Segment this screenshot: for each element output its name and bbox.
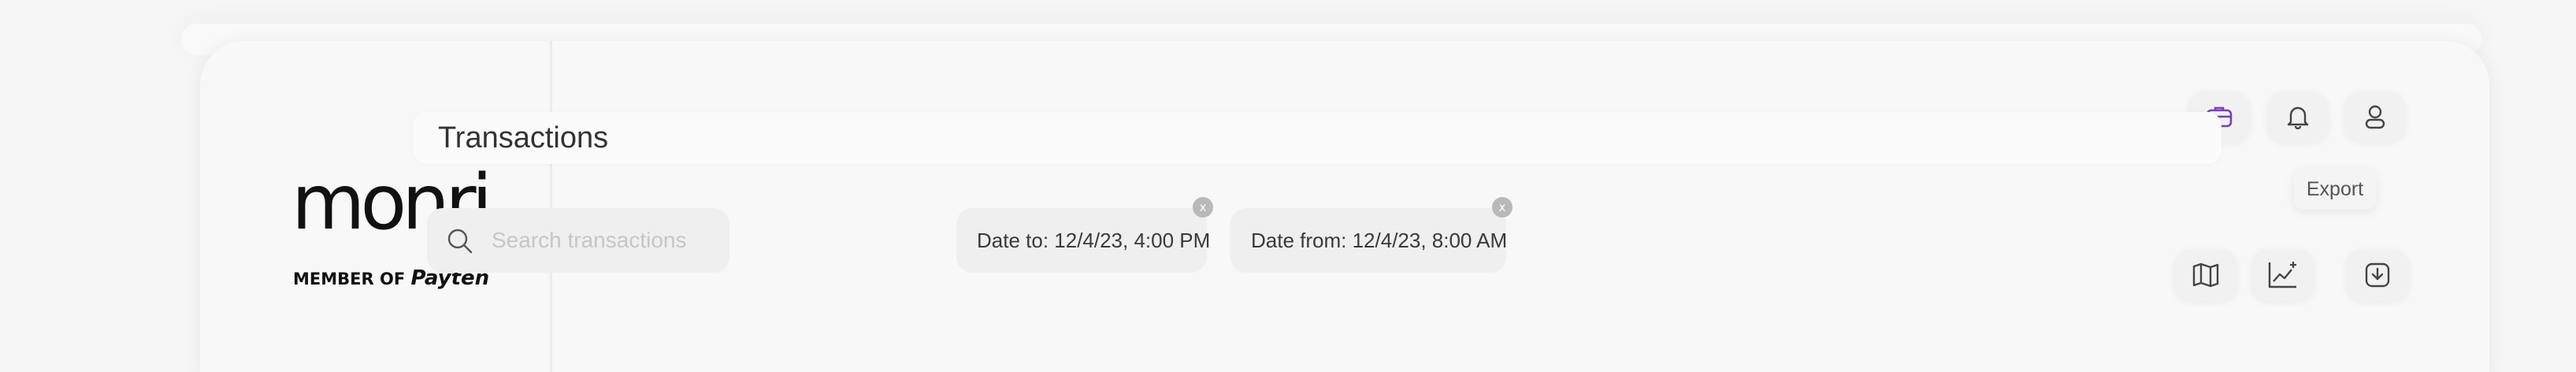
logo-member-prefix: MEMBER OF bbox=[293, 270, 406, 288]
sidebar: monri MEMBER OF Payten bbox=[200, 41, 552, 372]
download-icon bbox=[2365, 262, 2390, 288]
map-view-button[interactable] bbox=[2174, 249, 2237, 301]
profile-button[interactable] bbox=[2344, 91, 2406, 142]
notifications-button[interactable] bbox=[2267, 91, 2329, 142]
filter-chip-date-to[interactable]: Date to: 12/4/23, 4:00 PM x bbox=[956, 197, 1213, 273]
page-title: Transactions bbox=[438, 121, 609, 154]
filter-chip-label: Date to: 12/4/23, 4:00 PM bbox=[977, 228, 1211, 252]
user-icon bbox=[2365, 105, 2385, 129]
chart-add-icon bbox=[2268, 262, 2296, 288]
search-input[interactable] bbox=[490, 222, 722, 259]
search-icon bbox=[447, 229, 473, 254]
remove-filter-icon[interactable]: x bbox=[1193, 197, 1213, 218]
remove-filter-icon[interactable]: x bbox=[1492, 197, 1513, 218]
bell-icon bbox=[2287, 106, 2309, 129]
export-tooltip: Export bbox=[2294, 169, 2376, 210]
filter-chip-date-from[interactable]: Date from: 12/4/23, 8:00 AM x bbox=[1230, 197, 1513, 273]
search-box[interactable] bbox=[427, 208, 729, 273]
chart-add-button[interactable] bbox=[2251, 249, 2314, 301]
title-bar: Transactions bbox=[413, 112, 2222, 164]
filter-chip-label: Date from: 12/4/23, 8:00 AM bbox=[1251, 228, 1508, 252]
app-window: monri MEMBER OF Payten bbox=[200, 41, 2489, 372]
map-icon bbox=[2192, 262, 2219, 288]
export-button[interactable] bbox=[2346, 249, 2409, 301]
